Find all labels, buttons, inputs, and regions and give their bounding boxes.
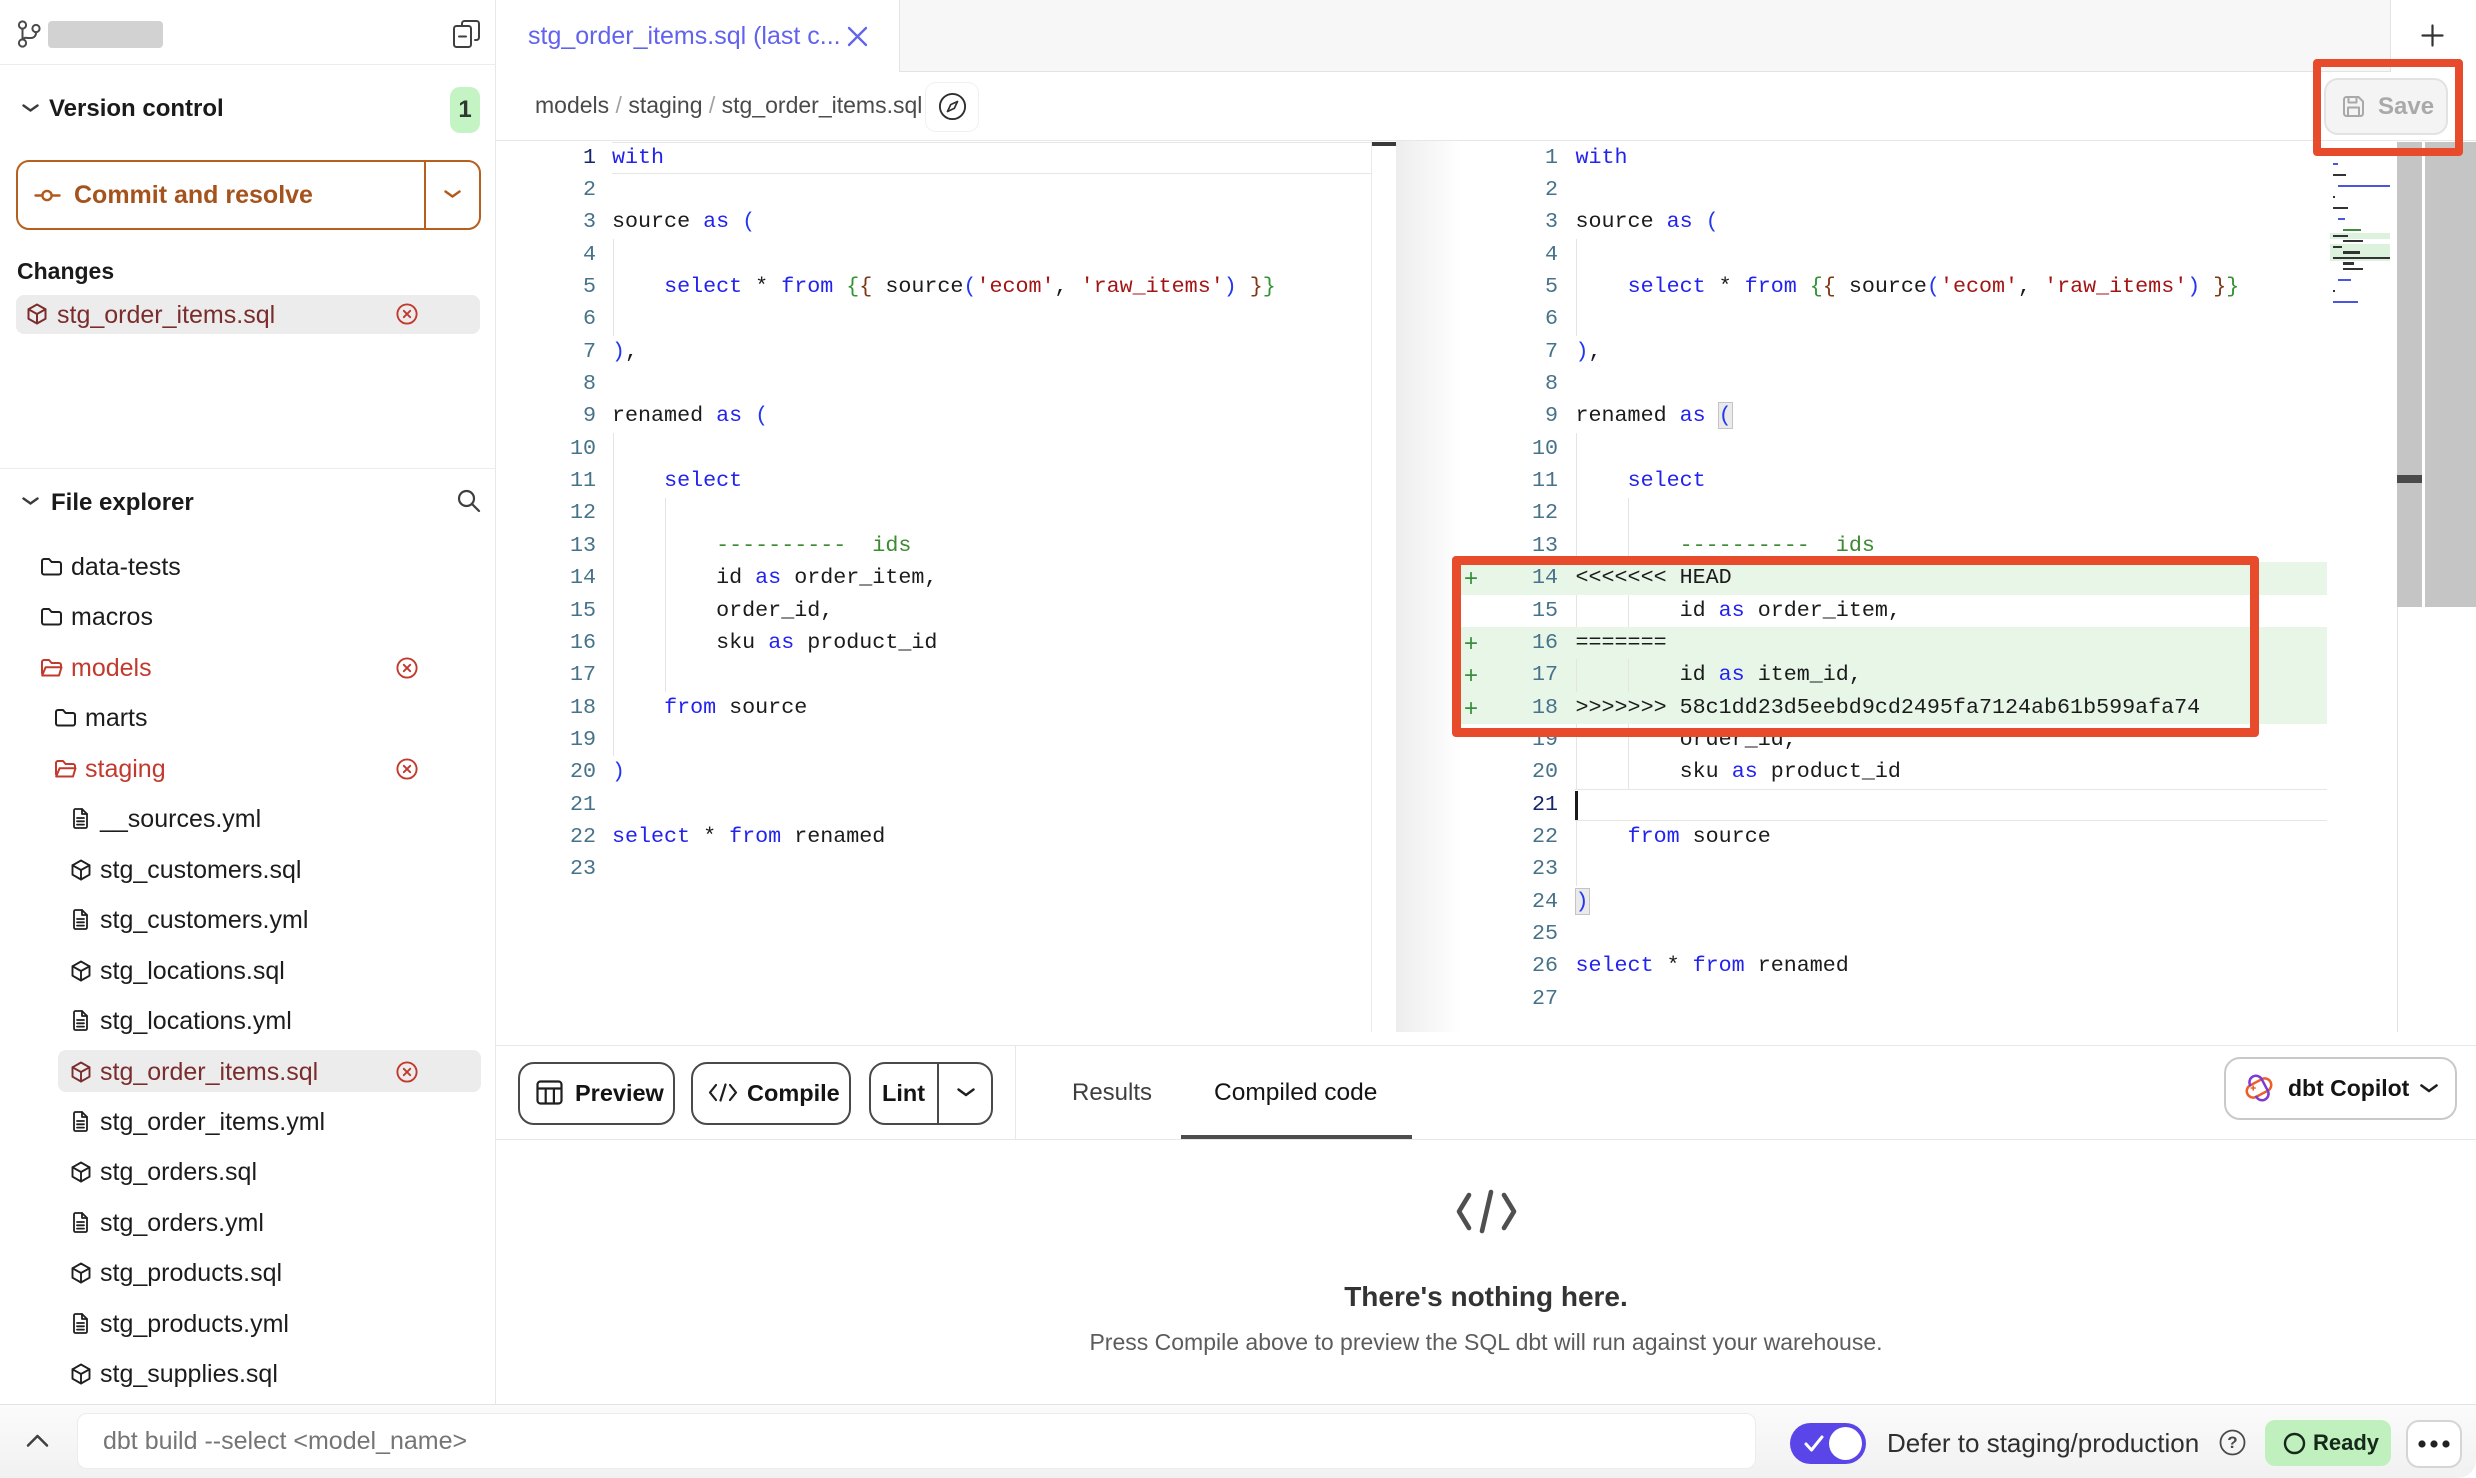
svg-text:?: ?: [2227, 1433, 2237, 1452]
